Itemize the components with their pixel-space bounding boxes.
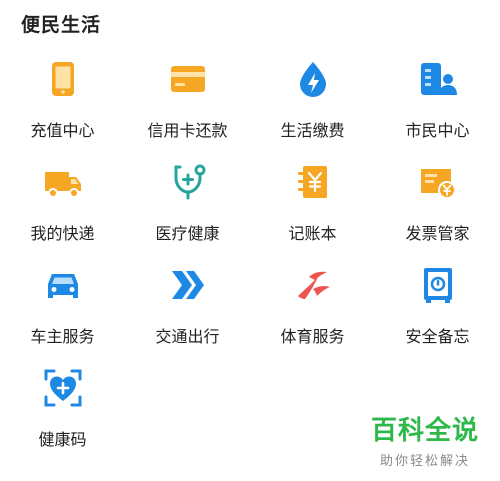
health-code-heart-icon [43,368,83,408]
service-label: 生活缴费 [280,121,345,140]
service-my-express[interactable]: 我的快递 [0,155,125,258]
citizen-center-icon [418,59,458,99]
service-invoice-manager[interactable]: 发票管家 [375,155,500,258]
service-citizen-center[interactable]: 市民中心 [375,52,500,155]
truck-icon [43,162,83,202]
ledger-yuan-icon [293,162,333,202]
service-label: 车主服务 [30,327,95,346]
service-label: 我的快递 [30,224,95,243]
phone-icon [43,59,83,99]
service-car-owner[interactable]: 车主服务 [0,258,125,361]
watermark-sub: 助你轻松解决 [379,454,470,469]
double-chevron-icon [168,265,208,305]
sports-swoosh-icon [293,265,333,305]
car-icon [43,265,83,305]
service-label: 安全备忘 [405,327,470,346]
service-utility-payment[interactable]: 生活缴费 [250,52,375,155]
watermark: 百科全说 助你轻松解决 [365,416,485,469]
credit-card-icon [168,59,208,99]
service-label: 交通出行 [155,327,220,346]
service-sports[interactable]: 体育服务 [250,258,375,361]
service-label: 健康码 [38,430,87,449]
water-drop-bolt-icon [293,59,333,99]
safe-icon [418,265,458,305]
service-health-code[interactable]: 健康码 [0,361,125,464]
service-label: 体育服务 [280,327,345,346]
service-label: 信用卡还款 [147,121,228,140]
service-transport[interactable]: 交通出行 [125,258,250,361]
section-title: 便民生活 [21,14,102,36]
stethoscope-icon [168,162,208,202]
service-security-memo[interactable]: 安全备忘 [375,258,500,361]
watermark-main: 百科全说 [370,416,479,446]
service-medical-health[interactable]: 医疗健康 [125,155,250,258]
service-grid: 充值中心 信用卡还款 生活缴费 市民中心 我的快递 医疗健康 记账本 发票管家 … [0,52,500,464]
service-credit-card-repay[interactable]: 信用卡还款 [125,52,250,155]
service-account-book[interactable]: 记账本 [250,155,375,258]
page: 便民生活 充值中心 信用卡还款 生活缴费 市民中心 我的快递 医疗健康 记账本 … [0,0,500,481]
invoice-yuan-icon [418,162,458,202]
service-label: 医疗健康 [155,224,220,243]
service-label: 市民中心 [405,121,470,140]
service-label: 充值中心 [30,121,95,140]
service-label: 发票管家 [405,224,470,243]
service-label: 记账本 [288,224,337,243]
service-recharge-center[interactable]: 充值中心 [0,52,125,155]
